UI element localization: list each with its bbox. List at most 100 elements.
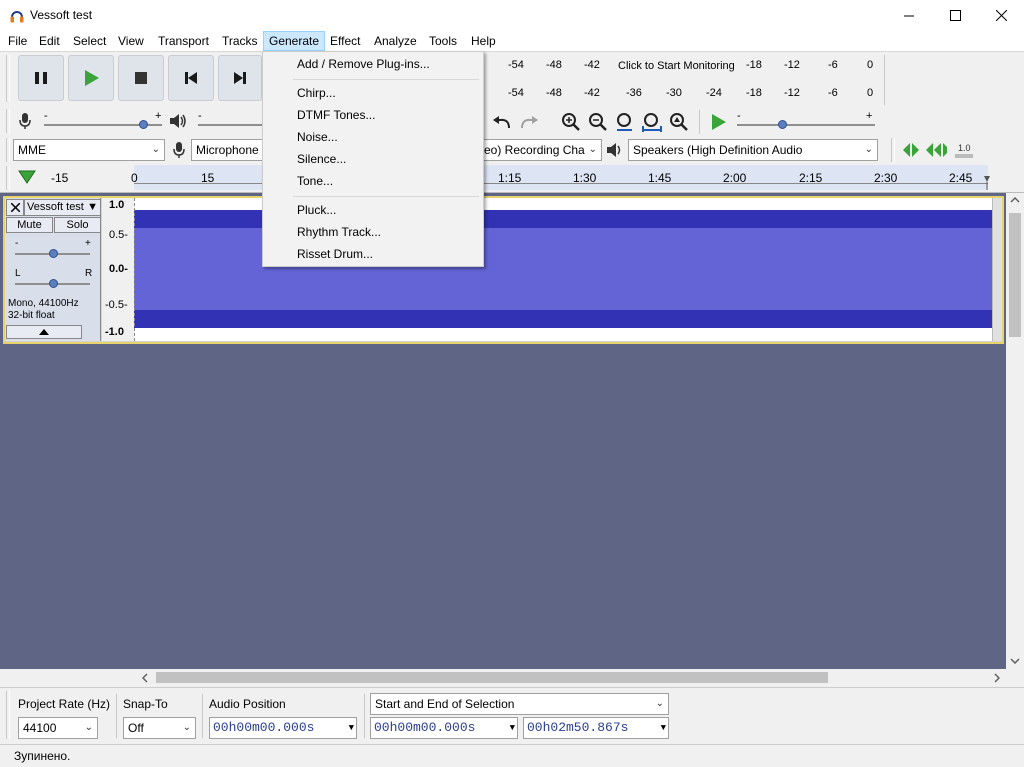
menu-item-pluck[interactable]: Pluck... xyxy=(297,203,336,217)
toolbar-grip[interactable] xyxy=(6,166,10,190)
vruler-label: 0.5- xyxy=(109,229,128,241)
play-meter-tick: -36 xyxy=(626,87,642,99)
menu-file[interactable]: File xyxy=(2,31,33,51)
mute-button[interactable]: Mute xyxy=(6,217,53,233)
selection-mode-select[interactable]: Start and End of Selection ⌄ xyxy=(370,693,669,715)
toolbar-grip[interactable] xyxy=(6,138,10,162)
redo-icon[interactable] xyxy=(518,112,540,134)
play-button[interactable] xyxy=(68,55,114,101)
pan-right-label: R xyxy=(85,268,93,279)
record-meter-tick: -18 xyxy=(746,59,762,71)
track-close-button[interactable] xyxy=(6,199,24,216)
menu-tools[interactable]: Tools xyxy=(423,31,463,51)
minimize-button[interactable] xyxy=(886,0,932,31)
play-speed-thumb[interactable] xyxy=(778,120,787,129)
project-rate-select[interactable]: 44100 ⌄ xyxy=(18,717,98,739)
play-at-speed-icon[interactable] xyxy=(707,111,729,133)
recording-device-select[interactable]: Microphone xyxy=(191,139,263,161)
start-monitoring-label[interactable]: Click to Start Monitoring xyxy=(618,60,735,72)
toolbar-grip[interactable] xyxy=(6,691,10,739)
menu-generate[interactable]: Generate xyxy=(263,31,326,51)
snap-to-select[interactable]: Off ⌄ xyxy=(123,717,196,739)
scroll-left-icon[interactable] xyxy=(142,673,148,683)
pause-icon xyxy=(35,72,47,84)
horizontal-scroll-thumb[interactable] xyxy=(156,672,828,683)
audio-host-select[interactable]: MME ⌄ xyxy=(13,139,165,161)
track-control-panel: Vessoft test ▼ Mute Solo - + L R Mono, 4… xyxy=(5,198,101,341)
pan-thumb[interactable] xyxy=(49,279,58,288)
zoom-in-icon[interactable] xyxy=(560,111,582,133)
menu-effect[interactable]: Effect xyxy=(324,31,366,51)
menu-item-noise[interactable]: Noise... xyxy=(297,130,338,144)
maximize-button[interactable] xyxy=(932,0,978,31)
fit-selection-icon[interactable] xyxy=(614,111,636,133)
speed-min: - xyxy=(737,110,741,122)
scroll-up-icon[interactable] xyxy=(1010,197,1020,203)
play-speed-slider[interactable] xyxy=(737,124,875,126)
menu-item-tone[interactable]: Tone... xyxy=(297,174,333,188)
horizontal-scrollbar[interactable] xyxy=(0,669,1006,686)
speed-max: + xyxy=(866,110,873,122)
menu-item-add-remove-plugins[interactable]: Add / Remove Plug-ins... xyxy=(297,57,430,71)
selection-end-field[interactable]: 00h02m50.867s ▼ xyxy=(523,717,669,739)
clip-start-edge[interactable] xyxy=(134,198,137,341)
zoom-toggle-icon[interactable] xyxy=(668,111,690,133)
menu-edit[interactable]: Edit xyxy=(33,31,66,51)
menu-tracks[interactable]: Tracks xyxy=(216,31,264,51)
playback-device-select[interactable]: Speakers (High Definition Audio ⌄ xyxy=(628,139,878,161)
chevron-down-icon: ⌄ xyxy=(151,144,160,155)
sync-lock-icon[interactable] xyxy=(925,139,947,161)
snap-scrub-icon[interactable]: 1.0 xyxy=(953,139,975,161)
scroll-down-icon[interactable] xyxy=(1010,658,1020,664)
close-button[interactable] xyxy=(978,0,1024,31)
toolbar-grip[interactable] xyxy=(6,55,10,102)
menu-item-risset-drum[interactable]: Risset Drum... xyxy=(297,247,373,261)
menu-item-silence[interactable]: Silence... xyxy=(297,152,346,166)
collapse-track-button[interactable] xyxy=(6,325,82,339)
record-meter-tick: -6 xyxy=(828,59,838,71)
play-meter-tick: -30 xyxy=(666,87,682,99)
record-meter-tick: -54 xyxy=(508,59,524,71)
solo-button[interactable]: Solo xyxy=(54,217,101,233)
scroll-right-icon[interactable] xyxy=(994,673,1000,683)
pause-button[interactable] xyxy=(18,55,64,101)
menu-help[interactable]: Help xyxy=(465,31,502,51)
menu-item-rhythm-track[interactable]: Rhythm Track... xyxy=(297,225,381,239)
record-meter[interactable]: -54 -48 -42 Click to Start Monitoring -1… xyxy=(484,55,884,77)
selection-start-field[interactable]: 00h00m00.000s ▼ xyxy=(370,717,518,739)
toolbar-grip[interactable] xyxy=(891,138,895,162)
play-head-triangle-icon[interactable] xyxy=(16,166,38,188)
chevron-down-icon: ▼ xyxy=(509,723,515,733)
menu-separator xyxy=(293,79,479,80)
menu-view[interactable]: View xyxy=(112,31,150,51)
menu-item-chirp[interactable]: Chirp... xyxy=(297,86,336,100)
stop-button[interactable] xyxy=(118,55,164,101)
pan-left-label: L xyxy=(15,268,21,279)
playback-volume-slider[interactable] xyxy=(198,124,262,126)
toolbar-grip[interactable] xyxy=(6,109,10,133)
ruler-tick-label: 1:15 xyxy=(498,171,522,185)
playback-meter[interactable]: -54 -48 -42 -36 -30 -24 -18 -12 -6 0 xyxy=(484,82,884,104)
fit-project-icon[interactable] xyxy=(641,111,663,133)
vruler-label: -0.5- xyxy=(105,299,128,311)
menu-analyze[interactable]: Analyze xyxy=(368,31,423,51)
gain-thumb[interactable] xyxy=(49,249,58,258)
menu-bar: File Edit Select View Transport Tracks G… xyxy=(0,31,1024,51)
vertical-ruler: 1.0 0.5- 0.0- -0.5- -1.0 xyxy=(102,198,134,341)
status-bar: Зупинено. xyxy=(0,744,1024,767)
skip-start-button[interactable] xyxy=(168,55,214,101)
audio-position-field[interactable]: 00h00m00.000s ▼ xyxy=(209,717,357,739)
menu-item-dtmf-tones[interactable]: DTMF Tones... xyxy=(297,108,375,122)
menu-select[interactable]: Select xyxy=(67,31,112,51)
recording-channels-select[interactable]: eo) Recording Cha ⌄ xyxy=(484,139,602,161)
vertical-scroll-thumb[interactable] xyxy=(1009,213,1021,337)
cut-preview-icon[interactable] xyxy=(900,139,922,161)
zoom-out-icon[interactable] xyxy=(587,111,609,133)
recording-channels-value: eo) Recording Cha xyxy=(484,143,585,157)
track-name-menu[interactable]: Vessoft test ▼ xyxy=(24,199,101,216)
skip-end-button[interactable] xyxy=(218,55,262,101)
record-volume-thumb[interactable] xyxy=(139,120,148,129)
undo-icon[interactable] xyxy=(491,112,513,134)
vertical-scrollbar[interactable] xyxy=(1006,193,1024,669)
menu-transport[interactable]: Transport xyxy=(152,31,215,51)
